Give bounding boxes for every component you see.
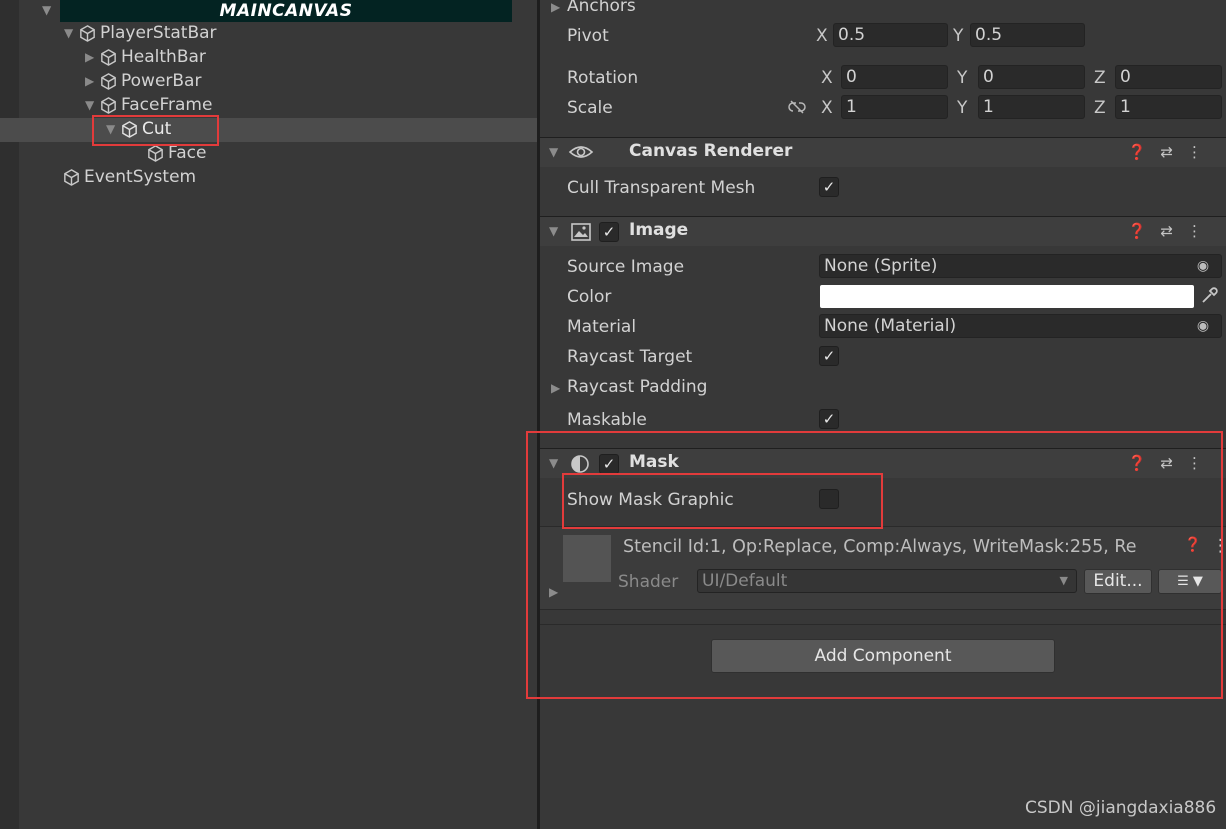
object-picker-icon[interactable]: ◉ [1191, 315, 1215, 337]
highlight-box-mask-section [526, 431, 1223, 699]
image-component-title: Image [629, 220, 689, 240]
material-field[interactable]: None (Material) ◉ [819, 314, 1222, 338]
rotation-z-axis-label: Z [1094, 68, 1106, 88]
canvas-foldout-icon[interactable]: ▼ [42, 3, 51, 17]
hierarchy-item-healthbar[interactable]: ▶ HealthBar [85, 45, 206, 69]
source-image-field[interactable]: None (Sprite) ◉ [819, 254, 1222, 278]
rotation-x-field[interactable]: 0 [841, 65, 948, 89]
hierarchy-item-eventsystem[interactable]: EventSystem [62, 165, 196, 189]
hierarchy-item-label: PlayerStatBar [100, 23, 217, 43]
rotation-y-field[interactable]: 0 [978, 65, 1085, 89]
gameobject-cube-icon [64, 168, 79, 186]
rotation-x-axis-label: X [821, 68, 833, 88]
cull-transparent-mesh-label: Cull Transparent Mesh [567, 178, 756, 198]
canvas-renderer-title: Canvas Renderer [629, 141, 793, 161]
gameobject-cube-icon [148, 144, 163, 162]
component-foldout-icon[interactable]: ▼ [549, 224, 558, 238]
foldout-expanded-icon[interactable]: ▼ [85, 93, 99, 117]
gameobject-cube-icon [101, 96, 116, 114]
gameobject-cube-icon [80, 24, 95, 42]
material-label: Material [567, 317, 637, 337]
gameobject-cube-icon [101, 72, 116, 90]
scale-z-axis-label: Z [1094, 98, 1106, 118]
presets-icon[interactable]: ⇄ [1160, 222, 1187, 240]
foldout-expanded-icon[interactable]: ▼ [64, 21, 78, 45]
hierarchy-item-playerstatbar[interactable]: ▼ PlayerStatBar [64, 21, 217, 45]
pivot-x-field[interactable]: 0.5 [833, 23, 948, 47]
component-header-icons[interactable]: ❓⇄⋮ [1128, 222, 1216, 240]
hierarchy-item-label: Face [168, 143, 207, 163]
constrain-proportions-icon[interactable] [786, 98, 808, 116]
eyedropper-icon[interactable] [1199, 286, 1219, 306]
help-icon[interactable]: ❓ [1128, 222, 1161, 240]
canvas-renderer-header[interactable]: ▼ Canvas Renderer ❓⇄⋮ [540, 137, 1226, 167]
color-label: Color [567, 287, 612, 307]
help-icon[interactable]: ❓ [1128, 143, 1161, 161]
source-image-value: None (Sprite) [824, 256, 938, 276]
foldout-collapsed-icon[interactable]: ▶ [85, 45, 99, 69]
pivot-y-field[interactable]: 0.5 [970, 23, 1085, 47]
image-component-header[interactable]: ▼ ✓ Image ❓⇄⋮ [540, 216, 1226, 246]
scale-z-field[interactable]: 1 [1115, 95, 1222, 119]
rotation-y-axis-label: Y [957, 68, 968, 88]
pivot-label: Pivot [567, 26, 609, 46]
rotation-label: Rotation [567, 68, 639, 88]
maskable-label: Maskable [567, 410, 647, 430]
hierarchy-item-label: EventSystem [84, 167, 197, 187]
hierarchy-item-label: FaceFrame [121, 95, 213, 115]
object-picker-icon[interactable]: ◉ [1191, 255, 1215, 277]
pivot-x-axis-label: X [816, 26, 828, 46]
scale-x-axis-label: X [821, 98, 833, 118]
hierarchy-item-faceframe[interactable]: ▼ FaceFrame [85, 93, 212, 117]
rotation-z-field[interactable]: 0 [1115, 65, 1222, 89]
material-value: None (Material) [824, 316, 957, 336]
raycast-target-checkbox[interactable]: ✓ [819, 346, 839, 366]
anchors-foldout-icon[interactable]: ▶ [551, 0, 560, 14]
scale-label: Scale [567, 98, 613, 118]
presets-icon[interactable]: ⇄ [1160, 143, 1187, 161]
watermark-text: CSDN @jiangdaxia886 [1025, 798, 1217, 818]
color-swatch-field[interactable] [820, 285, 1194, 308]
maskable-checkbox[interactable]: ✓ [819, 409, 839, 429]
anchors-label[interactable]: Anchors [567, 0, 636, 16]
scale-y-field[interactable]: 1 [978, 95, 1085, 119]
eye-icon [568, 146, 594, 158]
selected-row-highlight [0, 118, 537, 142]
source-image-label: Source Image [567, 257, 685, 277]
image-component-icon [571, 223, 591, 241]
raycast-target-label: Raycast Target [567, 347, 693, 367]
hierarchy-item-powerbar[interactable]: ▶ PowerBar [85, 69, 201, 93]
canvas-title: MAINCANVAS [219, 1, 353, 21]
image-enabled-checkbox[interactable]: ✓ [599, 222, 619, 242]
component-foldout-icon[interactable]: ▼ [549, 145, 558, 159]
highlight-box-show-mask-graphic [562, 473, 883, 529]
foldout-collapsed-icon[interactable]: ▶ [85, 69, 99, 93]
raycast-padding-foldout-icon[interactable]: ▶ [551, 381, 560, 395]
more-options-icon[interactable]: ⋮ [1187, 143, 1216, 161]
scale-x-field[interactable]: 1 [841, 95, 948, 119]
highlight-box-cut [92, 115, 219, 146]
hierarchy-item-label: PowerBar [121, 71, 202, 91]
more-options-icon[interactable]: ⋮ [1187, 222, 1216, 240]
gameobject-cube-icon [101, 48, 116, 66]
pivot-y-axis-label: Y [953, 26, 964, 46]
raycast-padding-label[interactable]: Raycast Padding [567, 377, 707, 397]
component-header-icons[interactable]: ❓⇄⋮ [1128, 143, 1216, 161]
scale-y-axis-label: Y [957, 98, 968, 118]
cull-transparent-mesh-checkbox[interactable]: ✓ [819, 177, 839, 197]
hierarchy-item-label: HealthBar [121, 47, 206, 67]
